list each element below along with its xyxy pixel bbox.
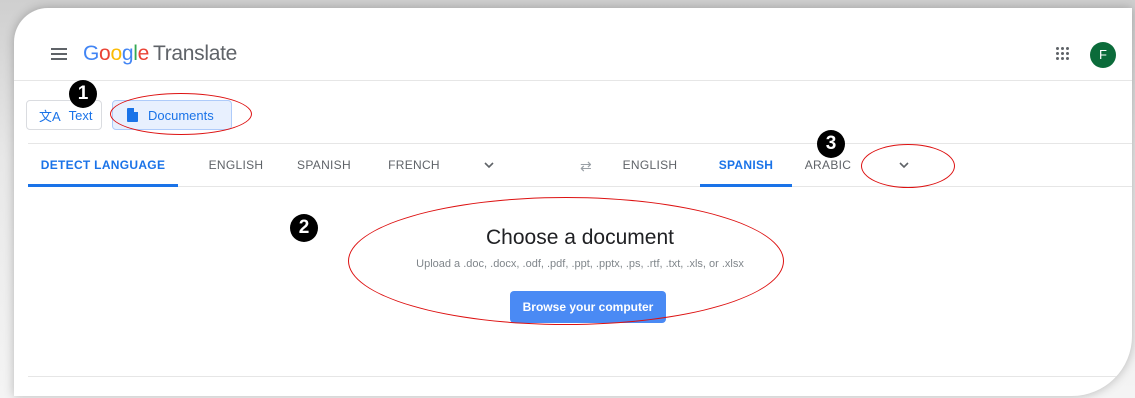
target-lang-english[interactable]: ENGLISH <box>614 144 686 186</box>
documents-mode-label: Documents <box>148 107 214 123</box>
upload-subtitle: Upload a .doc, .docx, .odf, .pdf, .ppt, … <box>416 258 744 270</box>
language-bar: DETECT LANGUAGE ENGLISH SPANISH FRENCH ⇄… <box>28 143 1132 187</box>
logo-letter: G <box>83 42 100 65</box>
product-name: Translate <box>152 42 238 65</box>
browser-window: Google Translate F 文A Text Documents DETE… <box>14 8 1132 396</box>
target-more-chevron-down-icon[interactable] <box>899 160 909 170</box>
logo-letter: o <box>110 42 122 65</box>
documents-mode-button[interactable]: Documents <box>112 100 232 130</box>
source-lang-spanish[interactable]: SPANISH <box>288 144 360 186</box>
logo-letter: o <box>99 42 111 65</box>
swap-languages-icon[interactable]: ⇄ <box>580 158 592 175</box>
annotation-number-2: 2 <box>290 214 318 242</box>
target-lang-spanish[interactable]: SPANISH <box>700 144 792 187</box>
text-mode-label: Text <box>68 107 93 123</box>
menu-icon[interactable] <box>51 48 67 60</box>
annotation-number-3: 3 <box>817 130 845 158</box>
google-translate-logo[interactable]: Google Translate <box>83 42 237 66</box>
source-lang-english[interactable]: ENGLISH <box>200 144 272 186</box>
annotation-number-1: 1 <box>69 80 97 108</box>
upload-title: Choose a document <box>486 226 674 249</box>
source-more-chevron-down-icon[interactable] <box>484 160 494 170</box>
logo-letter: e <box>137 42 150 65</box>
source-lang-detect[interactable]: DETECT LANGUAGE <box>28 144 178 187</box>
app-bar: Google Translate F <box>14 8 1132 81</box>
source-lang-french[interactable]: FRENCH <box>378 144 450 186</box>
browse-computer-button[interactable]: Browse your computer <box>510 291 666 323</box>
apps-grid-icon[interactable] <box>1056 47 1070 61</box>
translate-icon: 文A <box>39 108 61 124</box>
document-upload-area: Choose a document Upload a .doc, .docx, … <box>28 186 1132 377</box>
account-avatar[interactable]: F <box>1090 42 1116 68</box>
document-icon <box>127 108 138 122</box>
logo-letter: g <box>121 42 134 65</box>
